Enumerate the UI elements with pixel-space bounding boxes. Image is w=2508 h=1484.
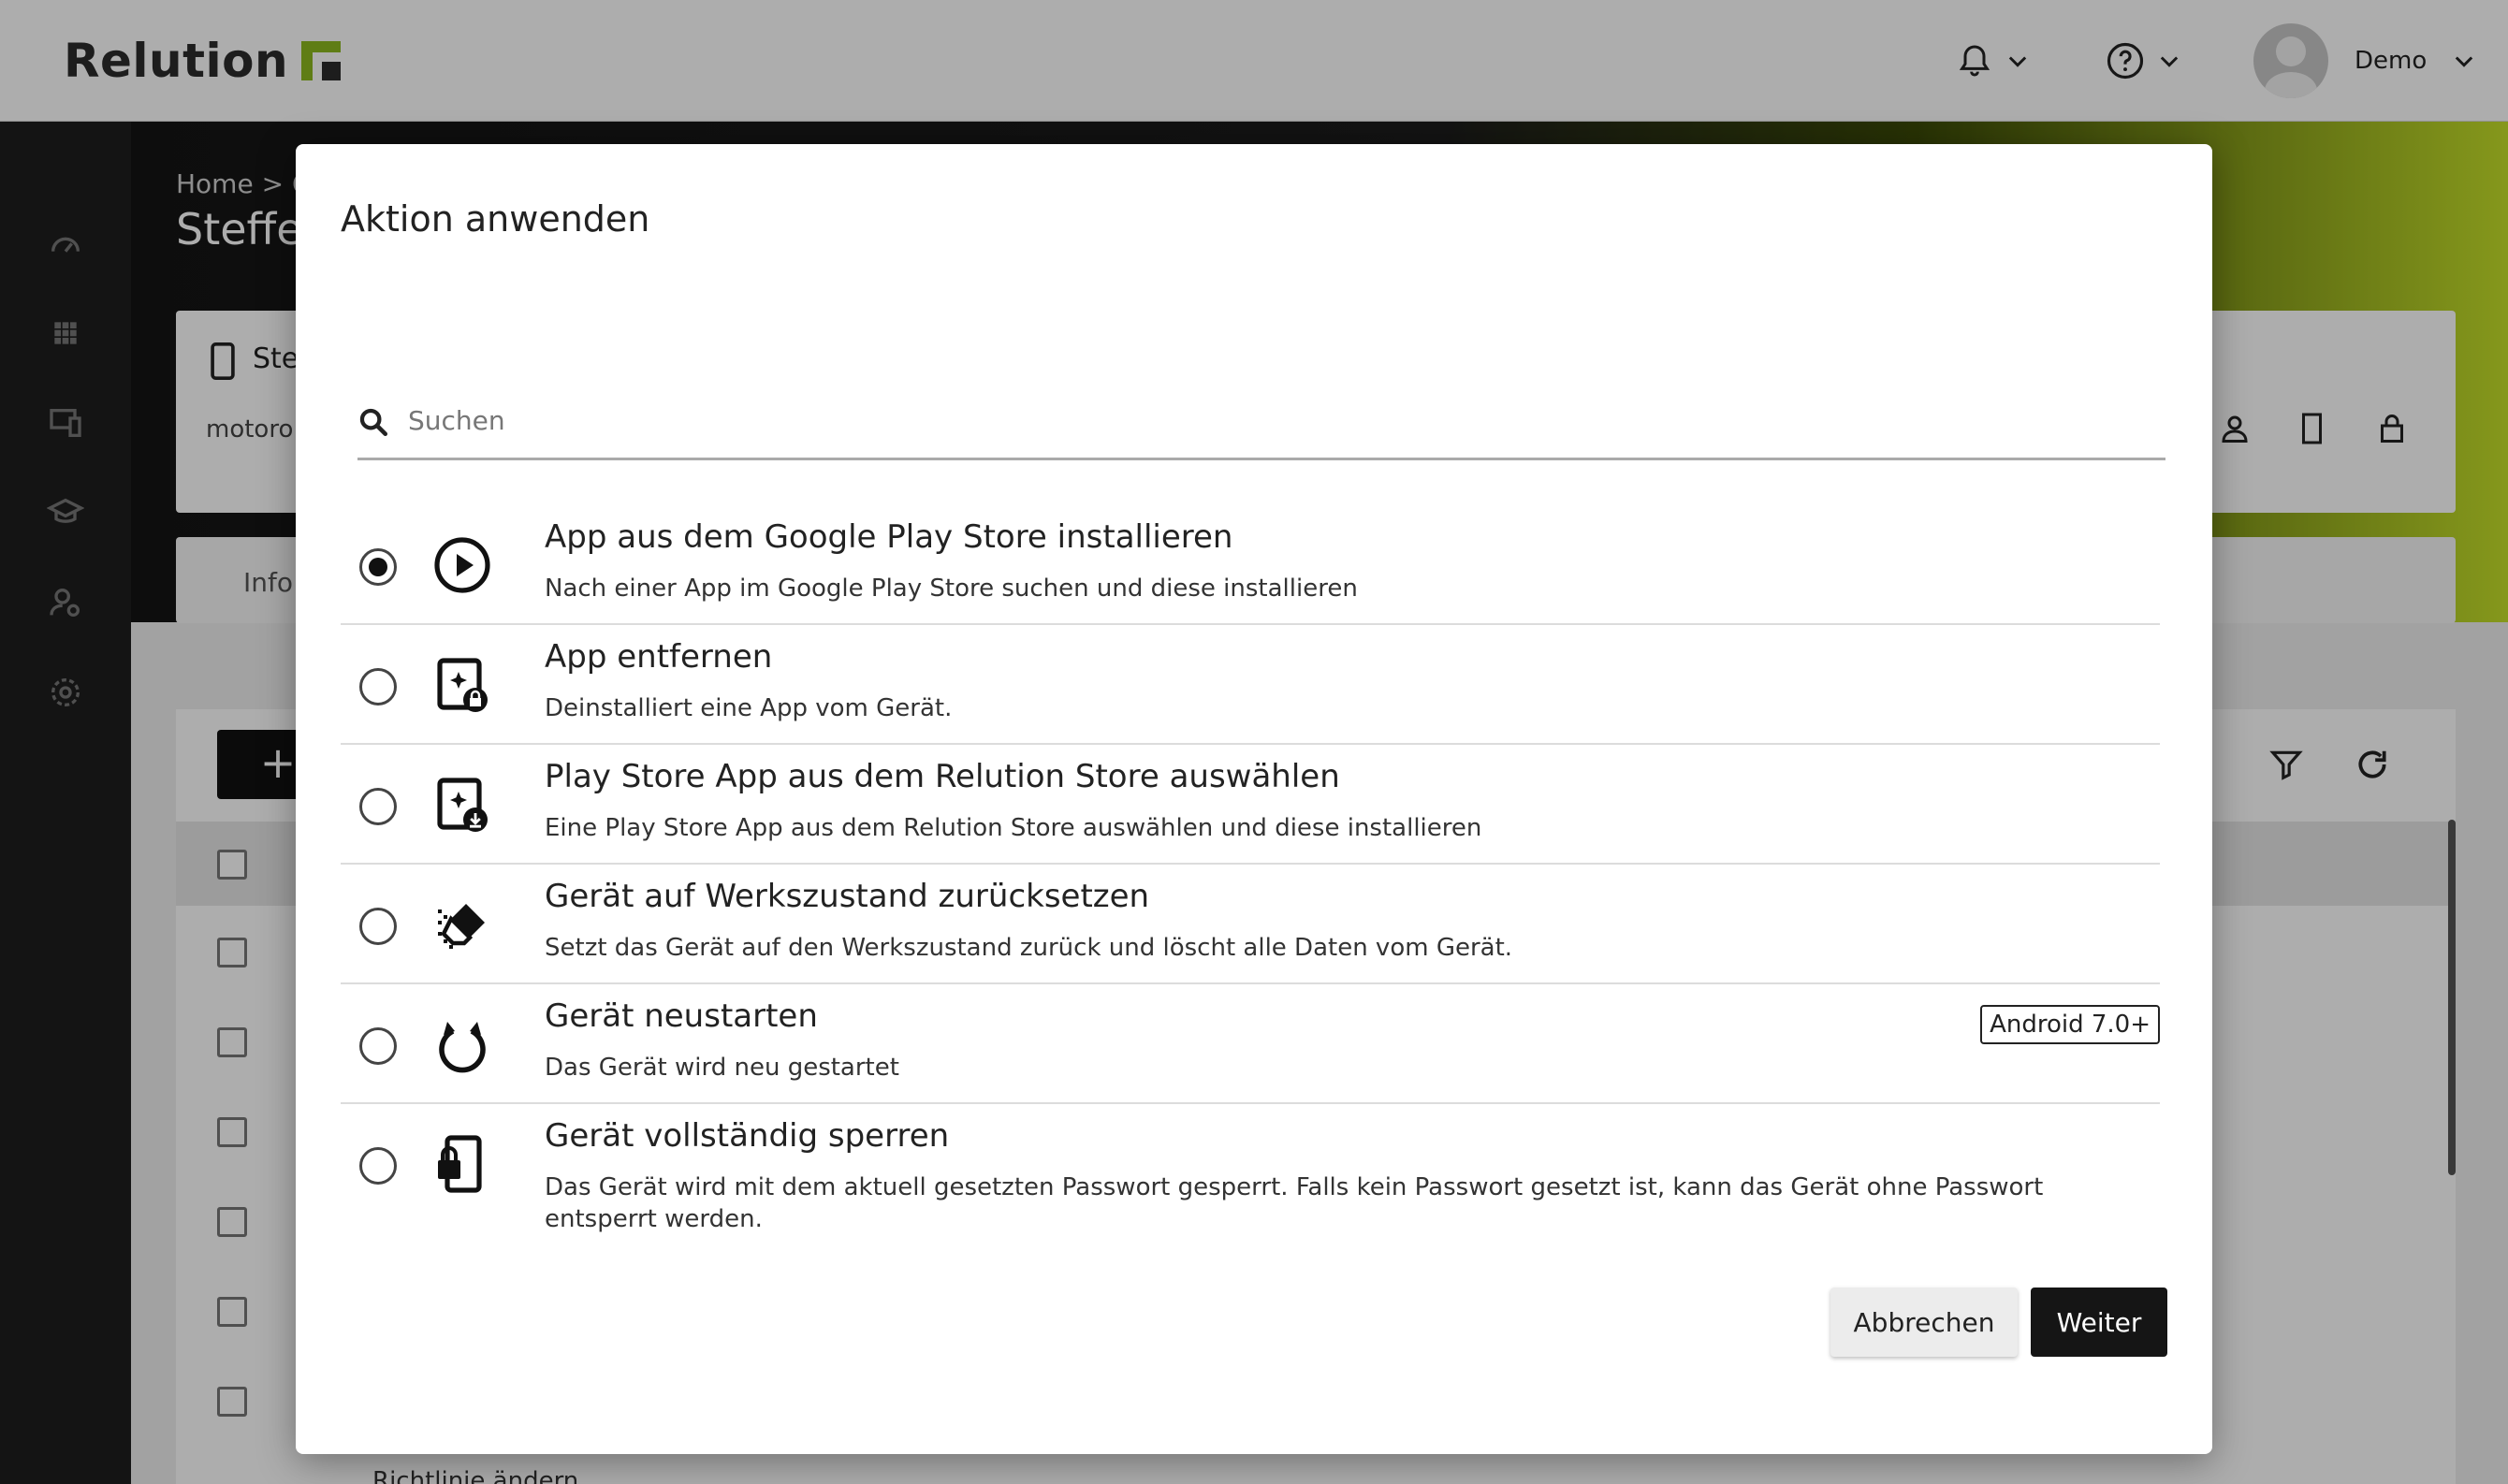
option-title: Gerät vollständig sperren — [545, 1117, 950, 1155]
option-description: Eine Play Store App aus dem Relution Sto… — [545, 814, 1482, 842]
radio-button-selected[interactable] — [359, 548, 397, 586]
option-factory-reset[interactable]: Gerät auf Werkszustand zurücksetzen Setz… — [341, 865, 2160, 984]
eraser-icon — [438, 904, 485, 949]
option-select-relution-store-app[interactable]: Play Store App aus dem Relution Store au… — [341, 745, 2160, 865]
option-description: Setzt das Gerät auf den Werkszustand zur… — [545, 934, 1513, 962]
option-description: Das Gerät wird neu gestartet — [545, 1054, 899, 1082]
app-remove-icon — [437, 658, 488, 712]
option-install-play-store-app[interactable]: App aus dem Google Play Store installier… — [341, 505, 2160, 625]
radio-button[interactable] — [359, 1027, 397, 1065]
device-lock-icon — [438, 1135, 482, 1193]
search-input[interactable] — [408, 395, 2149, 445]
option-title: Play Store App aus dem Relution Store au… — [545, 758, 1340, 795]
cancel-button[interactable]: Abbrechen — [1830, 1288, 2018, 1357]
option-title: App entfernen — [545, 638, 773, 676]
search-icon — [359, 408, 388, 437]
dialog-title: Aktion anwenden — [341, 198, 650, 240]
restart-icon — [439, 1022, 486, 1073]
option-description: Deinstalliert eine App vom Gerät. — [545, 694, 953, 722]
option-lock-device[interactable]: Gerät vollständig sperren Das Gerät wird… — [341, 1104, 2160, 1243]
radio-button[interactable] — [359, 668, 397, 706]
apply-action-dialog: Aktion anwenden App aus dem Google Play … — [296, 144, 2212, 1454]
action-options-list: App aus dem Google Play Store installier… — [341, 505, 2160, 1243]
next-button[interactable]: Weiter — [2031, 1288, 2167, 1357]
option-title: App aus dem Google Play Store installier… — [545, 518, 1233, 556]
radio-button[interactable] — [359, 908, 397, 945]
option-title: Gerät neustarten — [545, 997, 818, 1035]
option-remove-app[interactable]: App entfernen Deinstalliert eine App vom… — [341, 625, 2160, 745]
option-description: Nach einer App im Google Play Store such… — [545, 575, 1358, 603]
app-download-icon — [437, 778, 488, 832]
radio-button[interactable] — [359, 788, 397, 825]
play-circle-icon — [434, 537, 490, 593]
search-field — [357, 386, 2165, 460]
option-restart-device[interactable]: Gerät neustarten Das Gerät wird neu gest… — [341, 984, 2160, 1104]
option-title: Gerät auf Werkszustand zurücksetzen — [545, 878, 1150, 915]
option-description: Das Gerät wird mit dem aktuell gesetzten… — [545, 1173, 2044, 1233]
radio-button[interactable] — [359, 1147, 397, 1185]
android-version-badge: Android 7.0+ — [1980, 1005, 2160, 1044]
